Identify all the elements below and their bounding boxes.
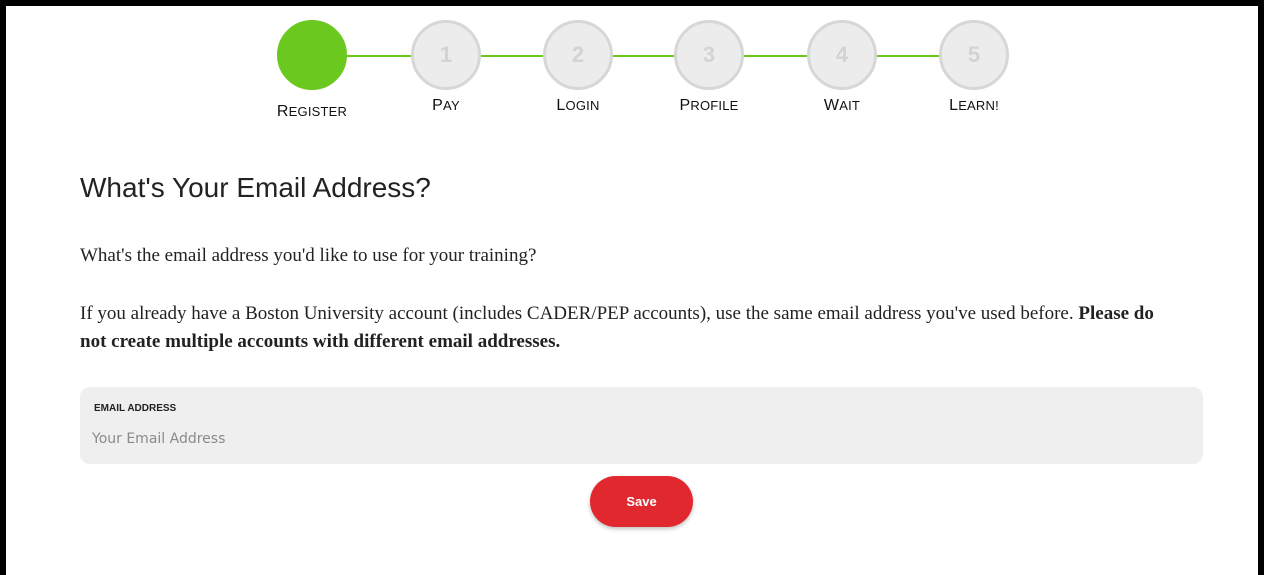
step-register-circle xyxy=(277,20,347,90)
step-learn-label: LEARN! xyxy=(949,97,999,114)
step-wait-circle: 4 xyxy=(807,20,877,90)
step-learn-circle: 5 xyxy=(939,20,1009,90)
save-button[interactable]: Save xyxy=(590,476,693,527)
account-notice-text: If you already have a Boston University … xyxy=(80,303,1074,324)
step-profile-circle: 3 xyxy=(674,20,744,90)
step-register-label: REGISTER xyxy=(276,103,348,120)
step-login-label: LOGIN xyxy=(556,97,600,114)
step-profile-label: PROFILE xyxy=(679,97,739,114)
step-pay-label: PAY xyxy=(432,97,460,114)
progress-stepper: 1 2 3 4 5 REGISTER PAY LOGIN PROFILE WAI… xyxy=(0,0,1264,130)
step-login-circle: 2 xyxy=(543,20,613,90)
step-wait-label: WAIT xyxy=(823,97,861,114)
step-pay-circle: 1 xyxy=(411,20,481,90)
page-title: What's Your Email Address? xyxy=(80,172,431,203)
intro-text: What's the email address you'd like to u… xyxy=(80,245,537,266)
account-notice: If you already have a Boston University … xyxy=(80,300,1180,356)
email-input[interactable] xyxy=(92,427,1182,451)
email-field[interactable]: EMAIL ADDRESS xyxy=(80,387,1203,464)
email-field-label: EMAIL ADDRESS xyxy=(94,403,177,414)
